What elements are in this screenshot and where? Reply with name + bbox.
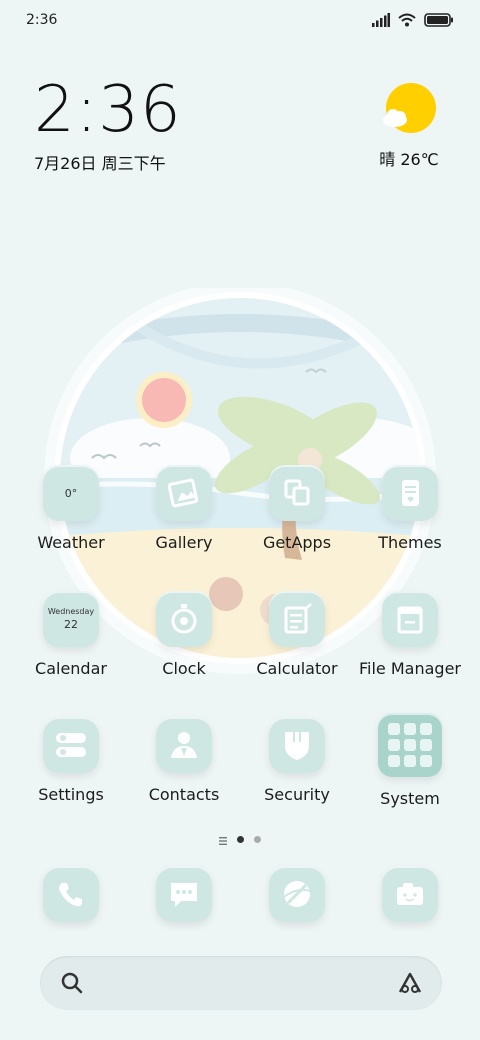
clock-time: 2:36 xyxy=(34,73,182,147)
clock-icon xyxy=(156,591,212,647)
app-themes[interactable]: Themes xyxy=(353,465,467,552)
search-bar[interactable] xyxy=(40,956,442,1010)
app-label: Clock xyxy=(162,659,206,678)
dock-phone[interactable] xyxy=(14,866,128,922)
dock-camera[interactable] xyxy=(353,866,467,922)
app-system-folder[interactable]: System xyxy=(353,713,467,808)
status-time: 2:36 xyxy=(26,12,58,28)
settings-icon xyxy=(43,717,99,773)
calendar-day-name: Wednesday xyxy=(47,607,95,616)
calculator-icon xyxy=(269,591,325,647)
assistant-icon[interactable] xyxy=(396,970,424,1000)
app-label: File Manager xyxy=(359,659,461,678)
app-weather[interactable]: 0° Weather xyxy=(14,465,128,552)
battery-icon xyxy=(424,12,454,31)
page-dot xyxy=(254,836,261,843)
file-manager-icon xyxy=(382,591,438,647)
getapps-icon xyxy=(269,465,325,521)
page-dot-active xyxy=(237,836,244,843)
dock-messages[interactable] xyxy=(127,866,241,922)
app-calendar[interactable]: Wednesday 22 Calendar xyxy=(14,591,128,678)
app-label: Calendar xyxy=(35,659,107,678)
app-file-manager[interactable]: File Manager xyxy=(353,591,467,678)
status-icons xyxy=(372,12,454,31)
search-icon xyxy=(60,971,84,999)
system-folder-icon xyxy=(378,713,442,777)
weather-badge: 0° xyxy=(64,486,78,500)
menu-lines-icon xyxy=(219,830,227,849)
clock-widget[interactable]: 2:36 7月26日 周三下午 xyxy=(34,78,182,174)
calendar-icon: Wednesday 22 xyxy=(43,591,99,647)
weather-text: 晴 26℃ xyxy=(379,150,439,169)
app-getapps[interactable]: GetApps xyxy=(240,465,354,552)
dock-browser[interactable] xyxy=(240,866,354,922)
app-security[interactable]: Security xyxy=(240,717,354,804)
app-settings[interactable]: Settings xyxy=(14,717,128,804)
browser-icon xyxy=(269,866,325,922)
app-label: Settings xyxy=(38,785,104,804)
app-label: System xyxy=(380,789,440,808)
app-label: Security xyxy=(264,785,330,804)
app-label: Weather xyxy=(37,533,105,552)
weather-widget[interactable]: 晴 26℃ xyxy=(374,82,444,170)
calendar-day-number: 22 xyxy=(64,618,78,631)
app-calculator[interactable]: Calculator xyxy=(240,591,354,678)
app-label: GetApps xyxy=(262,533,332,552)
gallery-icon xyxy=(156,465,212,521)
messages-icon xyxy=(156,866,212,922)
signal-icon xyxy=(372,12,390,31)
app-label: Contacts xyxy=(148,785,220,804)
weather-icon: 0° xyxy=(43,465,99,521)
app-label: Calculator xyxy=(256,659,338,678)
app-gallery[interactable]: Gallery xyxy=(127,465,241,552)
app-label: Themes xyxy=(378,533,442,552)
app-clock[interactable]: Clock xyxy=(127,591,241,678)
app-contacts[interactable]: Contacts xyxy=(127,717,241,804)
app-label: Gallery xyxy=(155,533,213,552)
camera-icon xyxy=(382,866,438,922)
status-bar: 2:36 xyxy=(0,0,480,40)
phone-icon xyxy=(43,866,99,922)
page-indicator[interactable] xyxy=(0,830,480,849)
themes-icon xyxy=(382,465,438,521)
security-icon xyxy=(269,717,325,773)
sunny-cloud-icon xyxy=(381,83,437,138)
wifi-icon xyxy=(398,12,416,31)
contacts-icon xyxy=(156,717,212,773)
clock-date: 7月26日 周三下午 xyxy=(34,154,166,173)
